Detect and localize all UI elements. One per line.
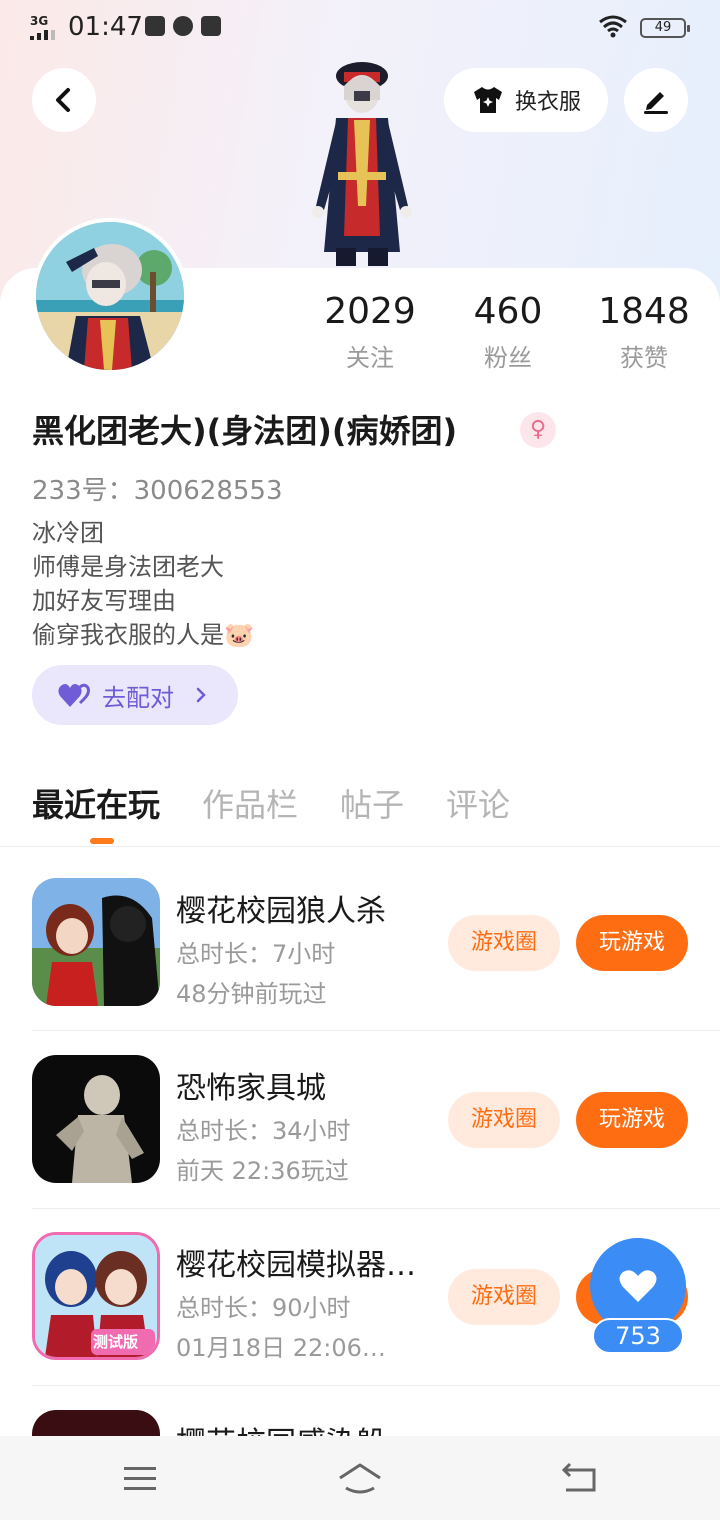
heart-icon: [619, 1270, 657, 1302]
stat-likes-value: 1848: [598, 291, 690, 332]
home-icon[interactable]: [336, 1458, 384, 1498]
chevron-left-icon: [56, 88, 70, 112]
back-nav-icon[interactable]: [560, 1458, 600, 1498]
like-count: 753: [592, 1318, 684, 1354]
signal-icon: 3G: [30, 14, 58, 40]
nickname: 黑化团老大)(身法团)(病娇团): [32, 412, 458, 450]
play-game-button[interactable]: 玩游戏: [576, 915, 688, 971]
stat-following[interactable]: 2029 关注: [300, 290, 440, 373]
active-tab-indicator: [90, 838, 114, 844]
game-row[interactable]: 樱花校园狼人杀 总时长：7小时 48分钟前玩过 游戏圈 玩游戏: [0, 848, 720, 1025]
game-icon-sakura-simulator: 测试版: [32, 1232, 160, 1360]
game-name: 樱花校园狼人杀: [176, 894, 386, 929]
bio-line: 冰冷团: [32, 519, 104, 547]
game-icon-horror-furniture: [32, 1055, 160, 1183]
game-duration: 总时长：7小时: [176, 940, 336, 968]
game-circle-button[interactable]: 游戏圈: [448, 915, 560, 971]
bio-line: 加好友写理由: [32, 587, 176, 615]
bio: 冰冷团 师傅是身法团老大 加好友写理由 偷穿我衣服的人是🐷: [32, 516, 254, 652]
tab-works[interactable]: 作品栏: [202, 780, 298, 826]
character-avatar-figure[interactable]: [292, 56, 432, 268]
change-outfit-label: 换衣服: [514, 90, 581, 115]
menu-icon[interactable]: [120, 1458, 160, 1498]
like-float-button[interactable]: 753: [590, 1238, 686, 1354]
status-time: 01:47: [68, 12, 143, 42]
game-circle-button[interactable]: 游戏圈: [448, 1269, 560, 1325]
system-navigation-bar: [0, 1436, 720, 1520]
bio-line: 师傅是身法团老大: [32, 553, 224, 581]
user-id[interactable]: 233号：300628553: [32, 470, 283, 507]
match-label: 去配对: [102, 683, 174, 712]
back-button[interactable]: [32, 68, 96, 132]
game-last-played: 前天 22:36玩过: [176, 1157, 349, 1185]
game-name: 恐怖家具城: [176, 1071, 326, 1106]
chevron-right-icon: [196, 687, 206, 703]
battery-icon: 49: [640, 18, 690, 38]
stat-followers[interactable]: 460 粉丝: [438, 290, 578, 373]
stat-following-label: 关注: [346, 344, 394, 372]
game-last-played: 01月18日 22:06…: [176, 1334, 386, 1362]
game-icon-sakura-werewolf: [32, 878, 160, 1006]
hearts-icon: [58, 683, 90, 707]
pencil-icon: [644, 92, 668, 114]
game-duration: 总时长：34小时: [176, 1117, 351, 1145]
status-bar: 3G 01:47 49: [0, 0, 720, 56]
stat-followers-value: 460: [473, 291, 543, 332]
network-type: 3G: [30, 14, 49, 28]
bio-line: 偷穿我衣服的人是🐷: [32, 621, 254, 649]
game-row[interactable]: 恐怖家具城 总时长：34小时 前天 22:36玩过 游戏圈 玩游戏: [0, 1025, 720, 1202]
edit-profile-button[interactable]: [624, 68, 688, 132]
play-game-button[interactable]: 玩游戏: [576, 1092, 688, 1148]
game-row[interactable]: 樱花校园感染躲…: [0, 1380, 720, 1436]
avatar-image: [36, 222, 184, 370]
stat-followers-label: 粉丝: [484, 344, 532, 372]
profile-tabs: 最近在玩 作品栏 帖子 评论: [32, 780, 552, 826]
game-icon-sakura-infection: [32, 1410, 160, 1436]
tshirt-icon: [473, 87, 502, 113]
tab-comments[interactable]: 评论: [446, 780, 510, 826]
game-duration: 总时长：90小时: [176, 1294, 351, 1322]
match-button[interactable]: 去配对: [32, 665, 238, 725]
divider: [0, 846, 720, 847]
stat-likes-label: 获赞: [620, 344, 668, 372]
game-circle-button[interactable]: 游戏圈: [448, 1092, 560, 1148]
browser-notification-icon: [173, 16, 193, 36]
stat-likes[interactable]: 1848 获赞: [574, 290, 714, 373]
change-outfit-button[interactable]: 换衣服: [444, 68, 608, 132]
tab-posts[interactable]: 帖子: [340, 780, 404, 826]
avatar[interactable]: [32, 218, 188, 374]
stat-following-value: 2029: [324, 291, 416, 332]
app-notification-icon: [145, 16, 165, 36]
video-notification-icon: [201, 16, 221, 36]
game-last-played: 48分钟前玩过: [176, 980, 327, 1008]
female-gender-icon: ♀: [520, 412, 556, 448]
game-icon-badge: 测试版: [93, 1333, 139, 1351]
wifi-icon: [599, 15, 627, 38]
game-name: 樱花校园模拟器…: [176, 1248, 416, 1283]
notification-icons: [145, 16, 221, 36]
tab-recently-played[interactable]: 最近在玩: [32, 780, 160, 826]
game-name: 樱花校园感染躲…: [176, 1418, 438, 1436]
